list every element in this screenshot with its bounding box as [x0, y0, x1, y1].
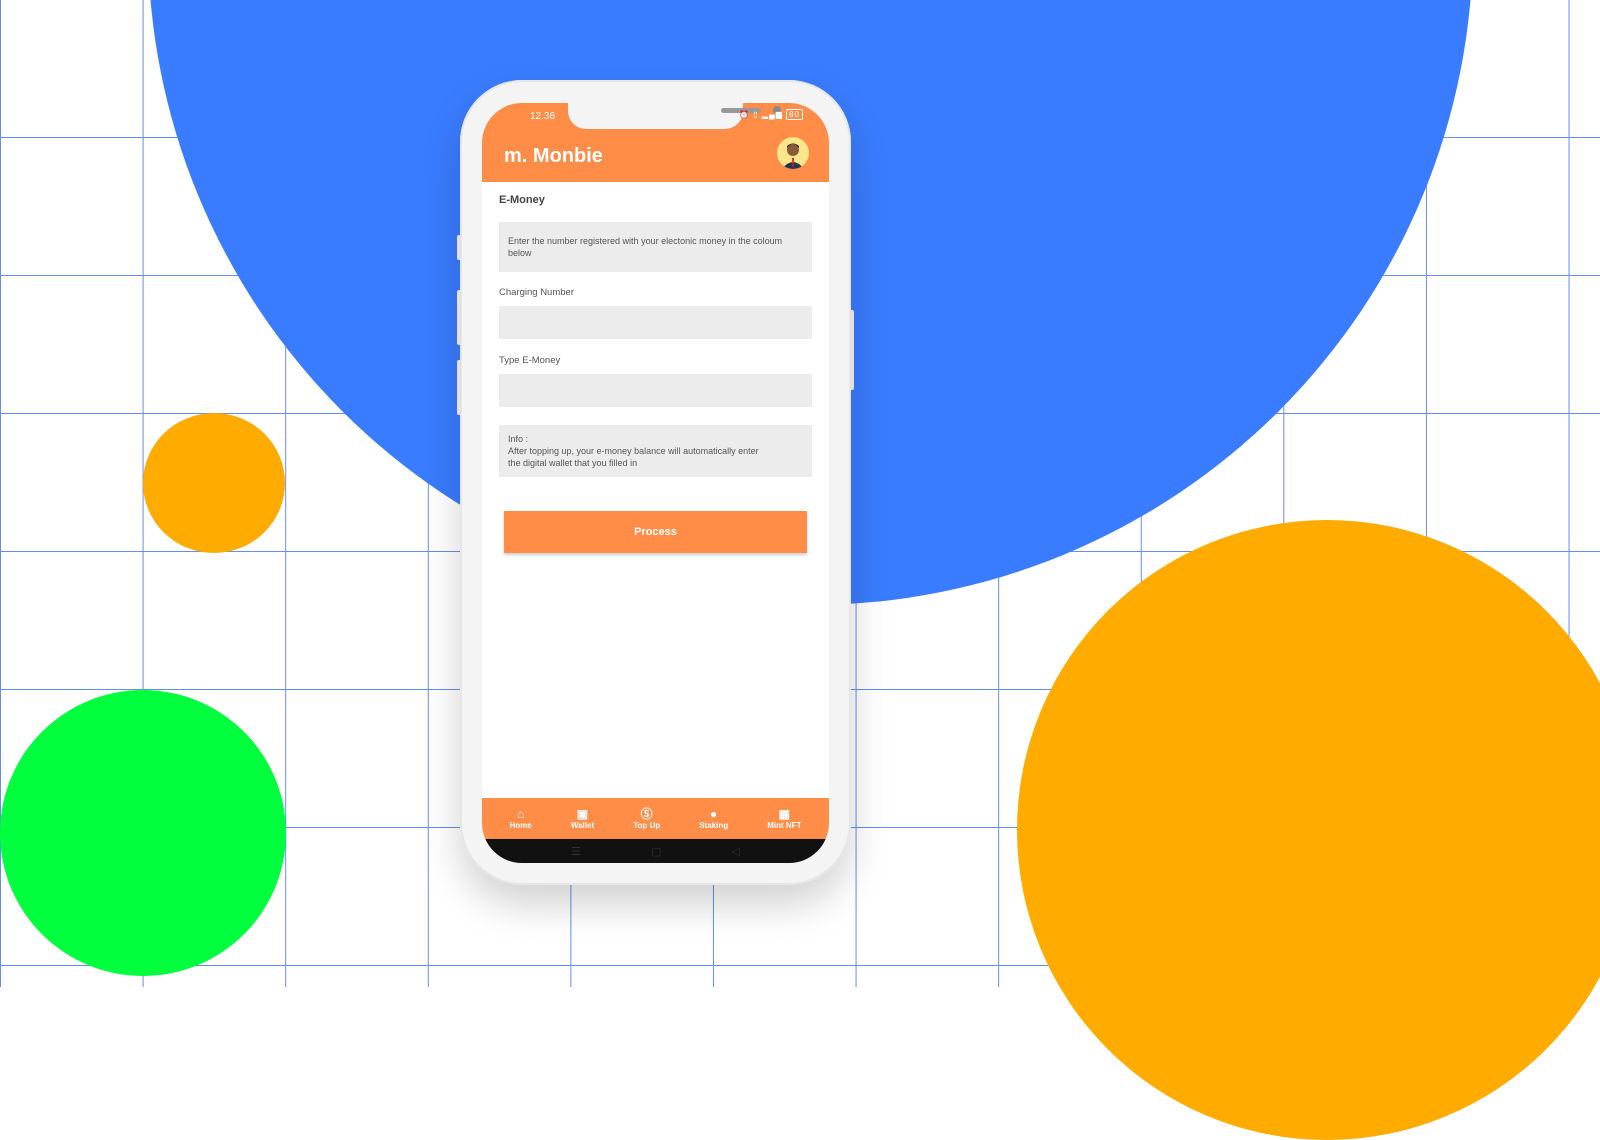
bg-orange-small-circle — [143, 413, 285, 553]
nav-label: Top Up — [633, 821, 661, 830]
home-icon: ⌂ — [517, 807, 525, 821]
avatar[interactable] — [777, 137, 809, 169]
back-icon[interactable]: ◁ — [731, 845, 739, 858]
wallet-icon: ▣ — [576, 807, 589, 821]
nav-staking[interactable]: ● Staking — [699, 807, 728, 830]
process-button[interactable]: Process — [504, 511, 807, 553]
bg-orange-large-circle — [1017, 520, 1600, 1140]
nav-label: Home — [509, 821, 532, 830]
home-square-icon[interactable]: ▢ — [651, 845, 661, 858]
bottom-nav: ⌂ Home ▣ Wallet Ⓢ Top Up ● Staking ▦ Mint NFT — [482, 798, 829, 839]
dollar-icon: Ⓢ — [640, 807, 653, 821]
status-icons: ⏰ ▯ ▂▄▆ 80 — [739, 109, 803, 120]
bg-green-circle — [0, 690, 286, 976]
charging-number-label: Charging Number — [499, 287, 574, 298]
logo-mark: m. — [504, 145, 528, 167]
page-title: E-Money — [499, 194, 545, 206]
info-box: Info : After topping up, your e-money ba… — [499, 425, 812, 477]
app-header: 12.36 ⏰ ▯ ▂▄▆ 80 m. Monbie — [482, 103, 829, 182]
app-logo[interactable]: m. Monbie — [504, 145, 603, 168]
instruction-box: Enter the number registered with your el… — [499, 222, 812, 272]
nav-home[interactable]: ⌂ Home — [510, 807, 532, 830]
phone-frame: 12.36 ⏰ ▯ ▂▄▆ 80 m. Monbie E-Money Enter… — [457, 80, 854, 885]
info-text: After topping up, your e-money balance w… — [508, 446, 759, 468]
battery-level: 80 — [786, 109, 803, 120]
app-screen: 12.36 ⏰ ▯ ▂▄▆ 80 m. Monbie E-Money Enter… — [482, 103, 829, 863]
type-emoney-input[interactable] — [499, 374, 812, 407]
nav-top-up[interactable]: Ⓢ Top Up — [633, 807, 660, 830]
coins-icon: ● — [710, 807, 718, 821]
nav-label: Wallet — [570, 821, 595, 830]
nft-icon: ▦ — [778, 807, 790, 821]
nav-label: Staking — [699, 821, 729, 830]
system-nav-bar: ☰ ▢ ◁ — [482, 839, 829, 863]
nav-label: Mint NFT — [767, 821, 802, 830]
app-name: Monbie — [532, 145, 603, 167]
type-emoney-label: Type E-Money — [499, 355, 561, 366]
info-title: Info : — [508, 434, 529, 444]
nav-wallet[interactable]: ▣ Wallet — [571, 807, 594, 830]
status-time: 12.36 — [530, 111, 556, 122]
notch — [568, 103, 781, 129]
charging-number-input[interactable] — [499, 306, 812, 339]
nav-mint-nft[interactable]: ▦ Mint NFT — [767, 807, 801, 830]
menu-icon[interactable]: ☰ — [571, 845, 581, 858]
